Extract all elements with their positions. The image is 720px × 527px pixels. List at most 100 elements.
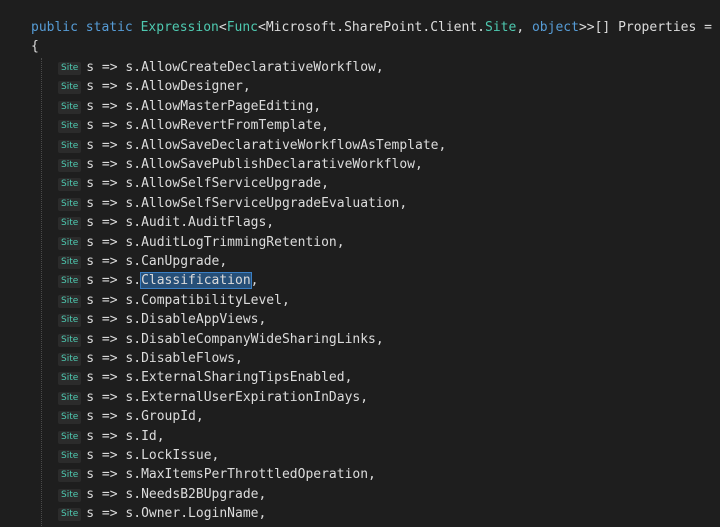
code-line: Site s => s.DisableAppViews, xyxy=(58,310,266,329)
code-line: Site s => s.ExternalSharingTipsEnabled, xyxy=(58,368,352,387)
lambda-prefix: s => s. xyxy=(86,215,142,231)
code-line: Site s => s.AllowMasterPageEditing, xyxy=(58,97,321,116)
type-hint-badge: Site xyxy=(58,391,82,405)
punct: , xyxy=(250,273,259,289)
type-hint-badge: Site xyxy=(58,469,82,483)
code-line: Site s => s.MaxItemsPerThrottledOperation… xyxy=(58,465,376,484)
type-hint-badge: Site xyxy=(58,81,82,95)
keyword-public: public xyxy=(31,20,78,35)
lambda-prefix: s => s. xyxy=(86,60,142,75)
property-name: NeedsB2BUpgrade, xyxy=(141,486,267,502)
type-hint-badge: Site xyxy=(58,430,82,444)
code-line: Site s => s.CompatibilityLevel, xyxy=(58,291,290,310)
type-hint-badge: Site xyxy=(58,450,82,463)
type-hint-badge: Site xyxy=(58,197,82,211)
code-line: Site s => s.AllowCreateDeclarativeWorkflo… xyxy=(58,58,384,77)
type-hint-badge: Site xyxy=(58,411,82,425)
lambda-prefix: s => s. xyxy=(86,486,142,502)
code-line: Site s => s.LockIssue, xyxy=(58,446,219,465)
lambda-prefix: s => s. xyxy=(86,157,142,172)
lambda-prefix: s => s. xyxy=(86,98,142,114)
code-line: Site s => s.AllowSelfServiceUpgradeEvalua… xyxy=(58,194,407,213)
property-name: DisableAppViews, xyxy=(141,312,267,328)
type-hint-badge: Site xyxy=(58,372,82,386)
code-line: Site s => s.AllowRevertFromTemplate, xyxy=(58,116,329,135)
property-name: MaxItemsPerThrottledOperation, xyxy=(141,467,376,483)
type-site: Site xyxy=(485,20,517,35)
type-hint-badge: Site xyxy=(58,294,82,308)
type-hint-badge: Site xyxy=(58,120,82,134)
namespace-text: <Microsoft.SharePoint.Client. xyxy=(258,20,485,35)
type-hint-badge: Site xyxy=(58,139,82,153)
lambda-prefix: s => s. xyxy=(86,312,142,328)
lambda-prefix: s => s. xyxy=(86,506,142,522)
code-line: Site s => s.Id, xyxy=(58,427,165,446)
type-expression: Expression xyxy=(140,20,219,35)
property-name: DisableCompanyWideSharingLinks, xyxy=(141,331,384,347)
lambda-prefix: s => s. xyxy=(86,351,142,366)
property-name: AllowSelfServiceUpgrade, xyxy=(141,176,329,192)
lambda-prefix: s => s. xyxy=(86,118,142,134)
type-hint-badge: Site xyxy=(58,353,82,366)
property-name: ExternalSharingTipsEnabled, xyxy=(141,370,353,386)
property-name: AllowDesigner, xyxy=(141,79,251,95)
keyword-object: object xyxy=(531,20,579,35)
lambda-prefix: s => s. xyxy=(86,79,142,95)
punct: , xyxy=(516,20,532,35)
property-name: GroupId, xyxy=(141,409,204,425)
property-name: AllowSavePublishDeclarativeWorkflow, xyxy=(141,157,423,172)
property-name: Id, xyxy=(141,428,165,444)
type-hint-badge: Site xyxy=(58,256,82,269)
property-name: AllowSelfServiceUpgradeEvaluation, xyxy=(141,195,408,211)
keyword-static: static xyxy=(85,20,133,35)
lambda-prefix: s => s. xyxy=(86,273,142,289)
lambda-prefix: s => s. xyxy=(86,195,142,211)
type-hint-badge: Site xyxy=(58,62,82,75)
lambda-prefix: s => s. xyxy=(86,409,142,425)
property-name: Audit.AuditFlags, xyxy=(141,215,275,231)
code-line: Site s => s.AllowSavePublishDeclarativeWo… xyxy=(58,155,423,174)
type-hint-badge: Site xyxy=(58,488,82,502)
property-name: AuditLogTrimmingRetention, xyxy=(141,234,345,250)
lambda-prefix: s => s. xyxy=(86,137,142,153)
code-line: Site s => s.CanUpgrade, xyxy=(58,252,227,271)
lambda-prefix: s => s. xyxy=(86,176,142,192)
property-name: DisableFlows, xyxy=(141,351,243,366)
type-hint-badge: Site xyxy=(58,159,82,172)
code-line: Site s => s.Classification, xyxy=(58,271,258,290)
code-line: Site s => s.NeedsB2BUpgrade, xyxy=(58,485,266,504)
open-brace: { xyxy=(31,39,39,54)
property-name: AllowRevertFromTemplate, xyxy=(141,118,329,134)
code-line: Site s => s.Owner.LoginName, xyxy=(58,504,266,523)
lambda-prefix: s => s. xyxy=(86,428,142,444)
punct: < xyxy=(218,20,227,35)
type-func: Func xyxy=(226,20,259,35)
code-line: Site s => s.GroupId, xyxy=(58,407,204,426)
lambda-prefix: s => s. xyxy=(86,467,142,483)
selected-identifier[interactable]: Classification xyxy=(140,272,252,290)
declaration-tail: >>[] Properties = xyxy=(578,20,712,35)
code-line: Site s => s.ExternalUserExpirationInDays, xyxy=(58,388,368,407)
code-editor[interactable]: public static Expression<Func<Microsoft.… xyxy=(0,0,720,527)
type-hint-badge: Site xyxy=(58,178,82,192)
code-line: Site s => s.AuditLogTrimmingRetention, xyxy=(58,233,345,252)
type-hint-badge: Site xyxy=(58,100,82,114)
code-line: Site s => s.AllowSelfServiceUpgrade, xyxy=(58,174,329,193)
type-hint-badge: Site xyxy=(58,217,82,231)
code-line: Site s => s.DisableFlows, xyxy=(58,349,243,368)
property-name: CompatibilityLevel, xyxy=(141,292,290,308)
type-hint-badge: Site xyxy=(58,508,82,522)
type-hint-badge: Site xyxy=(58,333,82,347)
property-name: AllowCreateDeclarativeWorkflow, xyxy=(141,60,384,75)
code-line: Site s => s.AllowSaveDeclarativeWorkflowA… xyxy=(58,136,446,155)
code-line: Site s => s.AllowDesigner, xyxy=(58,77,251,96)
declaration-line: public static Expression<Func<Microsoft.… xyxy=(31,18,712,37)
property-name: Owner.LoginName, xyxy=(141,506,267,522)
type-hint-badge: Site xyxy=(58,275,82,289)
code-line: Site s => s.DisableCompanyWideSharingLink… xyxy=(58,330,384,349)
property-name: CanUpgrade, xyxy=(141,254,228,269)
lambda-prefix: s => s. xyxy=(86,448,142,463)
property-name: ExternalUserExpirationInDays, xyxy=(141,389,369,405)
lambda-prefix: s => s. xyxy=(86,234,142,250)
code-line: Site s => s.Audit.AuditFlags, xyxy=(58,213,274,232)
